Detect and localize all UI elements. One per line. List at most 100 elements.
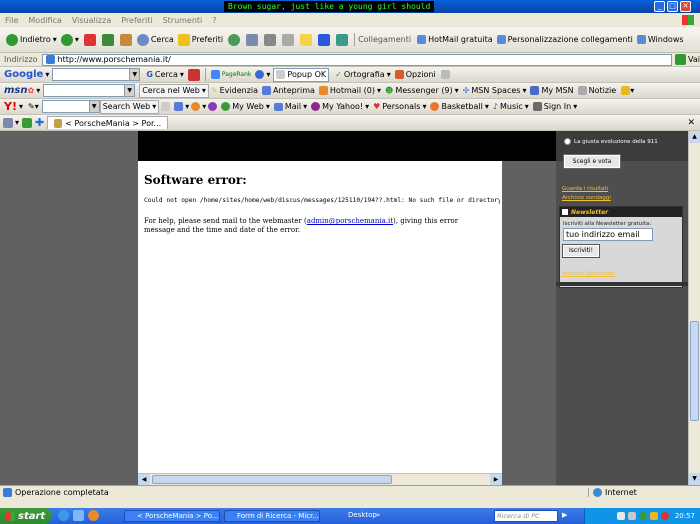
my-web-button[interactable]: My Web ▾: [219, 100, 272, 114]
google-search-button[interactable]: G Cerca ▾: [144, 68, 186, 82]
go-button[interactable]: Vai: [688, 55, 700, 64]
page-add-icon[interactable]: [22, 117, 33, 128]
desktop-search-input[interactable]: Ricerca di PC: [494, 510, 558, 522]
info-icon[interactable]: [255, 70, 265, 79]
quick-tabs-icon[interactable]: [3, 117, 13, 128]
scroll-left-icon[interactable]: ◀: [138, 474, 150, 485]
quicklaunch-ie-icon[interactable]: [58, 510, 69, 521]
news-icon[interactable]: [187, 68, 200, 81]
spellcheck-button[interactable]: ✓ Ortografia ▾: [333, 68, 393, 82]
poll-archive-link[interactable]: Archivio sondaggi: [562, 195, 611, 201]
plus-icon[interactable]: ✚: [35, 116, 44, 129]
menu-file[interactable]: File: [5, 16, 18, 25]
msn-spaces-button[interactable]: ✣ MSN Spaces ▾: [461, 84, 529, 98]
yahoo-search-input[interactable]: ▼: [41, 100, 100, 113]
yahoo-logo[interactable]: Y!: [4, 100, 17, 113]
news-button[interactable]: Notizie: [576, 84, 619, 98]
desktop-search-go-icon[interactable]: ▶: [562, 511, 567, 519]
subscribe-button[interactable]: Iscriviti!: [562, 244, 600, 258]
url-input[interactable]: http://www.porschemania.it/: [41, 53, 673, 66]
quicklaunch-desktop-icon[interactable]: [73, 510, 84, 521]
mail-button[interactable]: Mail ▾: [272, 100, 309, 114]
highlight-pen-icon[interactable]: [161, 102, 171, 111]
desktop-toolbar-label[interactable]: Desktop: [348, 511, 377, 519]
scroll-thumb[interactable]: [690, 321, 699, 421]
link-customize[interactable]: Personalizzazione collegamenti: [495, 33, 635, 47]
tab-porschemania[interactable]: < PorscheMania > Por...: [47, 116, 169, 129]
task-porschemania[interactable]: < PorscheMania > Po...: [124, 510, 220, 522]
desktop-toolbar-chevron[interactable]: »: [376, 511, 380, 519]
popup-blocker-button[interactable]: Popup OK: [273, 67, 330, 82]
menu-favorites[interactable]: Preferiti: [121, 16, 152, 25]
pagerank-indicator[interactable]: PageRank: [209, 68, 254, 82]
tray-messenger-icon[interactable]: [638, 512, 647, 520]
msn-search-input[interactable]: ▼: [43, 84, 136, 97]
poll-radio[interactable]: [564, 138, 571, 145]
poll-results-link[interactable]: Guarda i risultati: [562, 186, 608, 192]
pencil-icon[interactable]: ✎: [28, 102, 35, 111]
search-button[interactable]: Cerca: [135, 33, 176, 47]
my-msn-button[interactable]: My MSN: [528, 84, 575, 98]
maximize-button[interactable]: □: [667, 1, 678, 12]
stop-icon[interactable]: [83, 33, 96, 46]
music-button[interactable]: ♪ Music ▾: [491, 100, 531, 114]
scroll-up-icon[interactable]: ▲: [689, 131, 700, 143]
home-icon[interactable]: [119, 33, 132, 46]
msn-search-button[interactable]: Cerca nel Web ▾: [139, 83, 209, 98]
webmaster-email-link[interactable]: admin@porschemania.it: [307, 217, 393, 225]
messenger-button[interactable]: ☻ Messenger (9) ▾: [383, 84, 461, 98]
horizontal-scrollbar[interactable]: ◀ ▶: [138, 473, 502, 485]
tray-shield-icon[interactable]: [649, 512, 658, 520]
close-button[interactable]: ✕: [680, 1, 691, 12]
sign-in-button[interactable]: Sign In ▾: [531, 100, 579, 114]
menu-help[interactable]: ?: [212, 16, 216, 25]
refresh-icon[interactable]: [101, 33, 114, 46]
pen-icon[interactable]: [440, 70, 450, 79]
newsletter-archive-link[interactable]: Archivio Newsletter: [562, 271, 616, 277]
google-options-button[interactable]: Opzioni: [393, 68, 438, 82]
history-icon[interactable]: [228, 33, 241, 46]
tab-close-icon[interactable]: ✕: [687, 118, 695, 128]
scroll-right-icon[interactable]: ▶: [490, 474, 502, 485]
antispy-icon[interactable]: [191, 102, 201, 111]
hotmail-button[interactable]: Hotmail (0) ▾: [317, 84, 383, 98]
google-logo[interactable]: Google: [4, 69, 43, 80]
mail-icon[interactable]: [246, 33, 259, 46]
back-button[interactable]: Indietro ▾: [4, 33, 59, 47]
basketball-button[interactable]: Basketball ▾: [428, 100, 490, 114]
task-search-form[interactable]: Form di Ricerca - Micr...: [224, 510, 320, 522]
start-button[interactable]: start: [0, 508, 52, 524]
edit-icon[interactable]: [282, 33, 295, 46]
menu-list-icon[interactable]: [174, 102, 184, 111]
minimize-button[interactable]: _: [654, 1, 665, 12]
go-arrow-icon[interactable]: [675, 54, 687, 65]
tray-update-icon[interactable]: [660, 512, 669, 520]
google-search-input[interactable]: ▼: [52, 68, 141, 81]
newsletter-email-input[interactable]: tuo indirizzo email: [563, 228, 653, 241]
favorites-button[interactable]: Preferiti: [176, 33, 225, 47]
msn-logo[interactable]: msn: [4, 85, 28, 96]
h-scroll-thumb[interactable]: [152, 475, 392, 484]
popup-blocker-icon[interactable]: [208, 102, 218, 111]
menu-tools[interactable]: Strumenti: [163, 16, 203, 25]
my-yahoo-button[interactable]: My Yahoo! ▾: [309, 100, 371, 114]
messenger-icon[interactable]: [336, 33, 349, 46]
quicklaunch-media-icon[interactable]: [88, 510, 99, 521]
personals-button[interactable]: ♥ Personals ▾: [371, 100, 428, 114]
highlight-button[interactable]: ✎ Evidenzia: [209, 84, 260, 98]
scroll-down-icon[interactable]: ▼: [689, 473, 700, 485]
menu-view[interactable]: Visualizza: [72, 16, 111, 25]
vote-button[interactable]: Scegli e vota: [563, 154, 621, 169]
link-windows[interactable]: Windows: [635, 33, 686, 47]
link-hotmail[interactable]: HotMail gratuita: [415, 33, 495, 47]
msn-options-icon[interactable]: [621, 86, 631, 95]
forward-button[interactable]: ▾: [59, 33, 81, 47]
tray-network-icon[interactable]: [616, 512, 625, 520]
print-icon[interactable]: [264, 33, 277, 46]
menu-edit[interactable]: Modifica: [28, 16, 61, 25]
yahoo-search-button[interactable]: Search Web ▾: [99, 99, 160, 114]
bluetooth-icon[interactable]: [318, 33, 331, 46]
notes-icon[interactable]: [300, 33, 313, 46]
preview-button[interactable]: Anteprima: [260, 84, 317, 98]
tray-volume-icon[interactable]: [627, 512, 636, 520]
